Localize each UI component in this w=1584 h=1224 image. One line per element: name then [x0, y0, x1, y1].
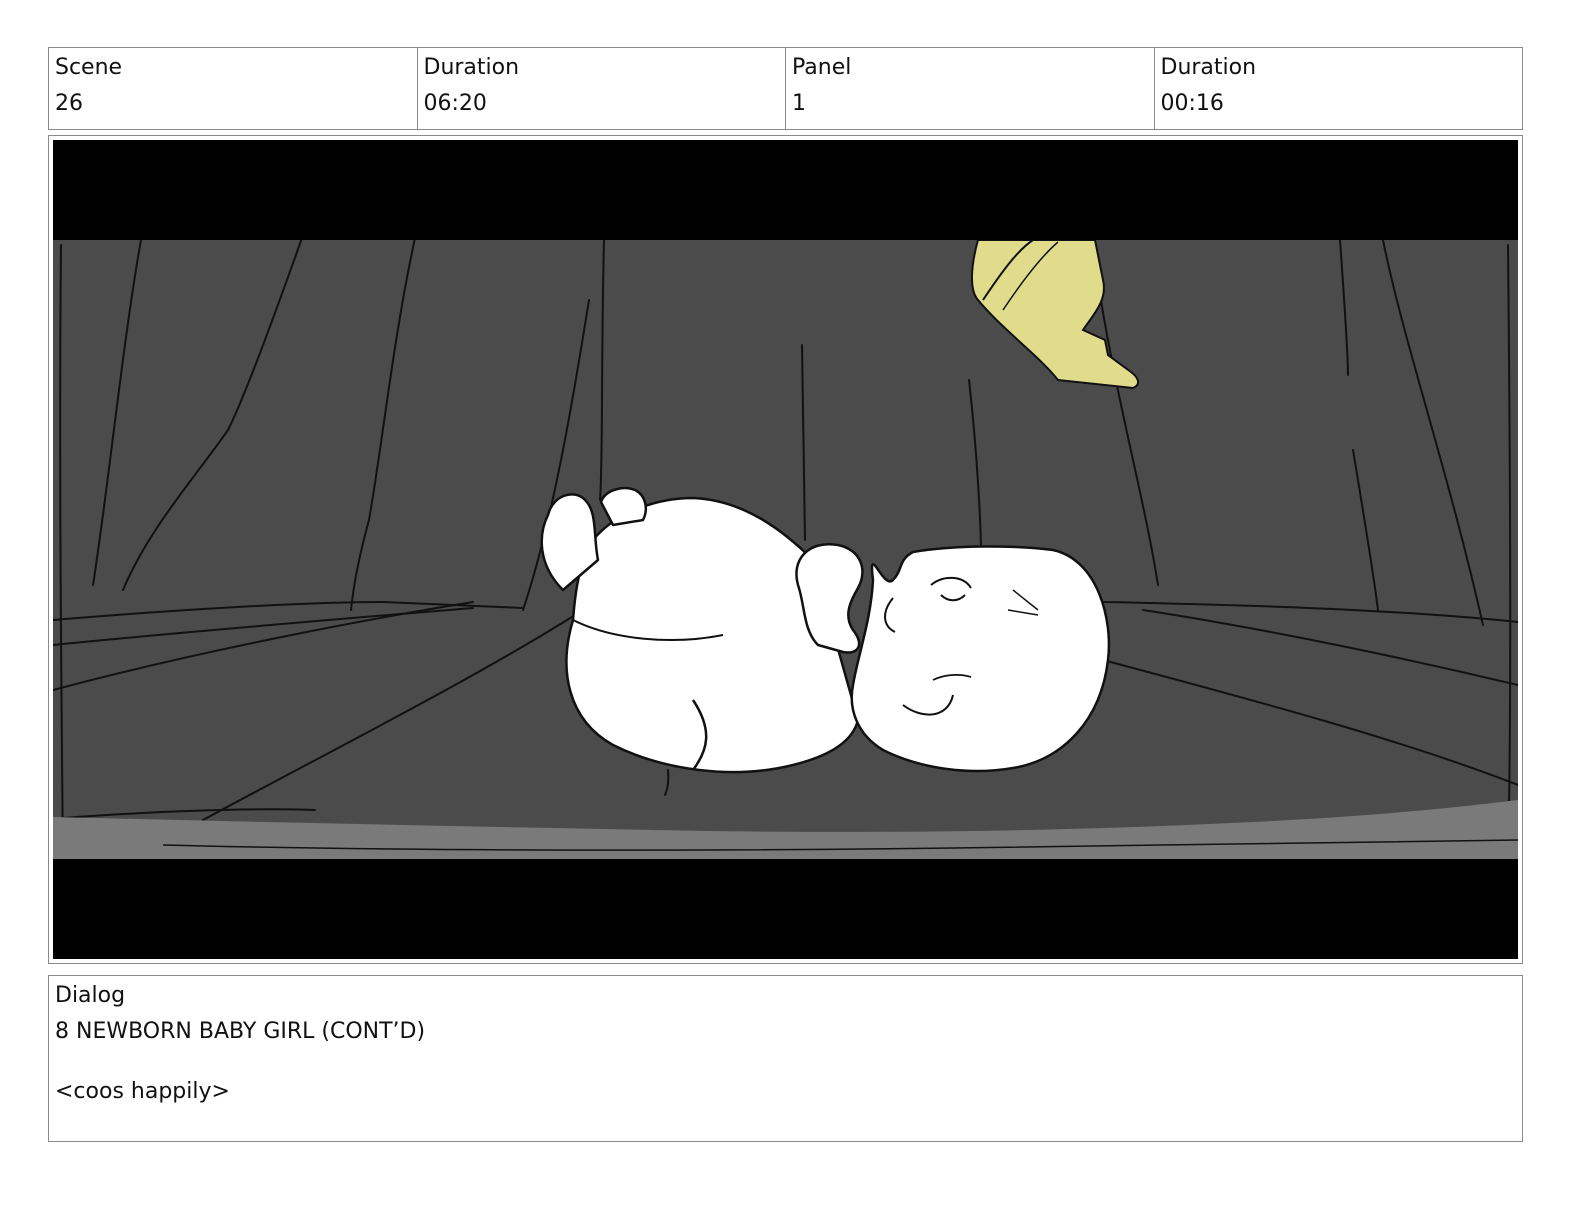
- letterbox-bottom: [53, 859, 1518, 959]
- dialog-box: Dialog 8 NEWBORN BABY GIRL (CONT’D) <coo…: [48, 975, 1523, 1142]
- panel-duration-label: Duration: [1160, 55, 1257, 80]
- letterbox-top: [53, 140, 1518, 240]
- panel-duration-cell: Duration 00:16: [1155, 48, 1523, 129]
- scene-duration-label: Duration: [423, 55, 520, 80]
- scene-duration-cell: Duration 06:20: [418, 48, 786, 129]
- scene-cell: Scene 26: [49, 48, 418, 129]
- panel-label: Panel: [792, 55, 852, 80]
- storyboard-panel-frame: [48, 135, 1523, 964]
- panel-number: 1: [792, 91, 806, 116]
- panel-duration-value: 00:16: [1160, 91, 1224, 116]
- scene-number: 26: [55, 91, 83, 116]
- dialog-line: <coos happily>: [55, 1079, 230, 1104]
- dialog-label: Dialog: [55, 983, 126, 1008]
- storyboard-panel-image: [53, 140, 1518, 959]
- scene-label: Scene: [55, 55, 123, 80]
- dialog-speaker: 8 NEWBORN BABY GIRL (CONT’D): [55, 1019, 426, 1044]
- storyboard-header: Scene 26 Duration 06:20 Panel 1 Duration…: [48, 47, 1523, 130]
- panel-cell: Panel 1: [786, 48, 1155, 129]
- scene-duration-value: 06:20: [423, 91, 487, 116]
